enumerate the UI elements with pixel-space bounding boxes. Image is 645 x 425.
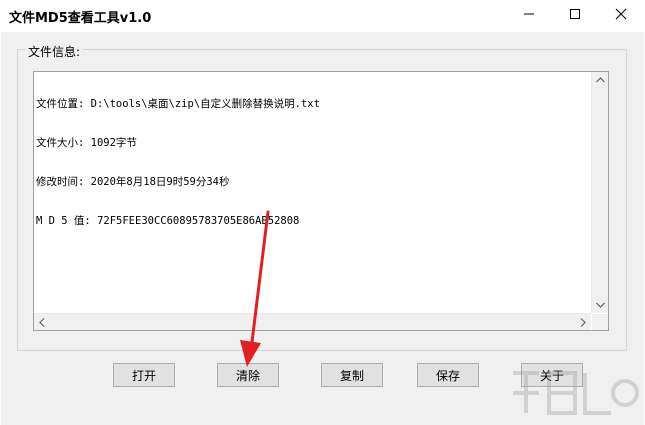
info-line-location: 文件位置: D:\tools\桌面\zip\自定义删除替换说明.txt bbox=[36, 98, 320, 110]
app-window: 文件MD5查看工具v1.0 文件信息: 文件位置: D:\tools\桌面\zi… bbox=[0, 0, 645, 425]
maximize-icon bbox=[570, 9, 580, 19]
info-line-size: 文件大小: 1092字节 bbox=[36, 137, 137, 149]
file-info-content: 文件位置: D:\tools\桌面\zip\自定义删除替换说明.txt 文件大小… bbox=[36, 72, 320, 254]
maximize-button[interactable] bbox=[552, 0, 598, 28]
minimize-button[interactable] bbox=[506, 0, 552, 28]
close-button[interactable] bbox=[598, 0, 644, 28]
open-button[interactable]: 打开 bbox=[113, 363, 175, 387]
minimize-icon bbox=[524, 13, 534, 15]
client-area: 文件信息: 文件位置: D:\tools\桌面\zip\自定义删除替换说明.tx… bbox=[1, 32, 644, 425]
clear-button[interactable]: 清除 bbox=[217, 363, 279, 387]
scroll-up-icon[interactable] bbox=[592, 72, 608, 88]
file-info-label: 文件信息: bbox=[25, 43, 84, 60]
vertical-scrollbar[interactable] bbox=[591, 72, 608, 313]
file-info-textbox[interactable]: 文件位置: D:\tools\桌面\zip\自定义删除替换说明.txt 文件大小… bbox=[33, 71, 609, 331]
copy-button[interactable]: 复制 bbox=[321, 363, 383, 387]
title-bar[interactable]: 文件MD5查看工具v1.0 bbox=[0, 0, 645, 32]
scroll-down-icon[interactable] bbox=[592, 297, 608, 313]
about-button[interactable]: 关于 bbox=[521, 363, 583, 387]
scroll-right-icon[interactable] bbox=[575, 314, 591, 330]
save-button[interactable]: 保存 bbox=[417, 363, 479, 387]
info-line-modified: 修改时间: 2020年8月18日9时59分34秒 bbox=[36, 176, 230, 188]
close-icon bbox=[615, 8, 627, 20]
horizontal-scrollbar[interactable] bbox=[34, 313, 591, 330]
scrollbar-corner bbox=[592, 314, 608, 330]
info-line-md5: M D 5 值: 72F5FEE30CC60895783705E86AB5280… bbox=[36, 215, 300, 227]
window-title: 文件MD5查看工具v1.0 bbox=[9, 11, 152, 26]
scroll-left-icon[interactable] bbox=[34, 314, 50, 330]
